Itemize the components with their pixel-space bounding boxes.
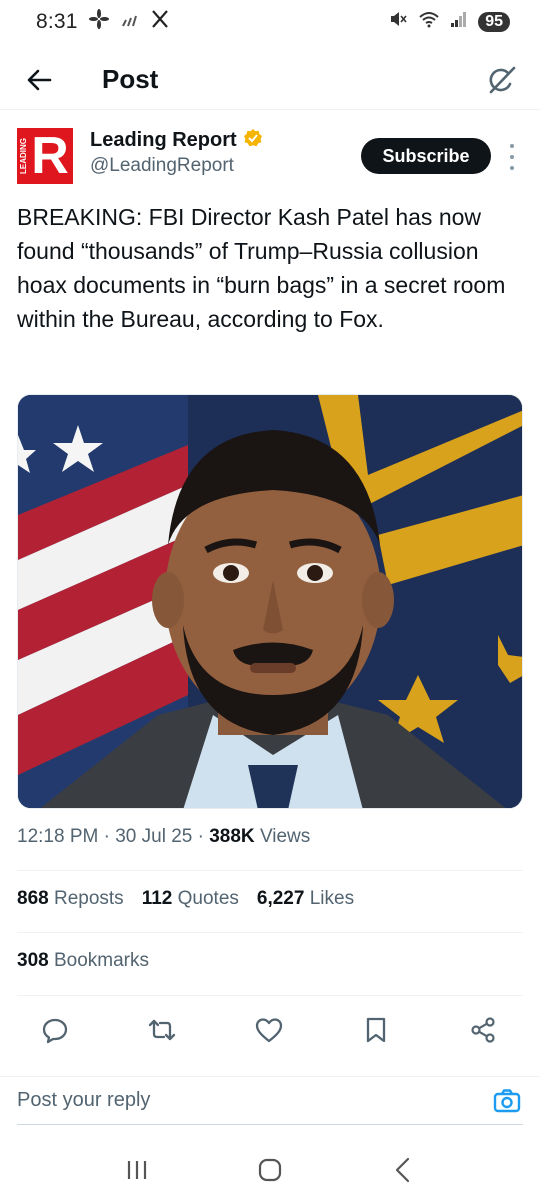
author-handle[interactable]: @LeadingReport: [90, 155, 263, 177]
reposts-count: 868: [17, 888, 49, 909]
mute-icon: [388, 9, 408, 35]
likes-count: 6,227: [256, 888, 305, 909]
author-name-row: Leading Report: [90, 128, 263, 153]
avatar-letter: R: [31, 128, 69, 184]
avatar-tag: LEADING: [19, 138, 28, 174]
quotes-count: 112: [141, 888, 173, 909]
action-bar: [17, 1008, 523, 1052]
post-meta: 12:18 PM · 30 Jul 25 · 388K Views: [17, 826, 310, 848]
cell-signal-icon: [450, 10, 468, 34]
bookmarks-count: 308: [17, 950, 49, 971]
post-time: 12:18 PM: [17, 826, 99, 847]
verified-badge-icon: [243, 128, 263, 153]
reply-bar: Post your reply: [0, 1076, 540, 1124]
fan-icon: [88, 8, 110, 36]
app-bar: Post: [0, 50, 540, 110]
reply-input[interactable]: Post your reply: [17, 1089, 150, 1112]
system-nav-bar: [0, 1140, 540, 1200]
camera-icon[interactable]: [491, 1085, 523, 1117]
author-name[interactable]: Leading Report: [90, 129, 237, 152]
bookmarks-stat[interactable]: 308 Bookmarks: [17, 950, 149, 972]
signal-bars-icon: [120, 11, 140, 34]
reposts-stat[interactable]: 868 Reposts: [17, 888, 124, 910]
reposts-label: Reposts: [53, 888, 124, 909]
x-logo-icon: [150, 9, 170, 35]
status-right: 95: [388, 9, 510, 35]
status-bar: 8:31 95: [0, 0, 540, 44]
views-count: 388K: [209, 826, 255, 847]
bookmarks-label: Bookmarks: [53, 950, 150, 971]
avatar[interactable]: LEADING R: [17, 128, 73, 184]
repost-icon[interactable]: [144, 1012, 180, 1048]
grok-icon[interactable]: [482, 60, 522, 100]
page-title: Post: [102, 64, 159, 94]
like-icon[interactable]: [251, 1012, 287, 1048]
quotes-label: Quotes: [177, 888, 239, 909]
post-header: LEADING R Leading Report @LeadingReport …: [17, 128, 523, 192]
back-arrow-icon[interactable]: [18, 58, 62, 102]
battery-icon: 95: [478, 12, 510, 32]
author-info[interactable]: Leading Report @LeadingReport: [90, 128, 263, 177]
post-date: 30 Jul 25: [115, 826, 193, 847]
recent-apps-icon[interactable]: [115, 1148, 159, 1192]
share-icon[interactable]: [465, 1012, 501, 1048]
bookmark-icon[interactable]: [358, 1012, 394, 1048]
views-label: Views: [259, 826, 311, 847]
portrait-illustration: [18, 395, 522, 808]
divider: [17, 932, 523, 933]
wifi-icon: [418, 10, 440, 34]
home-icon[interactable]: [248, 1148, 292, 1192]
divider: [17, 870, 523, 871]
back-nav-icon[interactable]: [381, 1148, 425, 1192]
quotes-stat[interactable]: 112 Quotes: [142, 888, 239, 910]
post-image[interactable]: [17, 394, 523, 809]
likes-label: Likes: [309, 888, 355, 909]
more-options-icon[interactable]: [505, 144, 519, 170]
meta-separator: ·: [197, 826, 210, 847]
likes-stat[interactable]: 6,227 Likes: [257, 888, 354, 910]
status-time: 8:31: [36, 10, 78, 33]
reply-icon[interactable]: [37, 1012, 73, 1048]
engagement-stats: 868 Reposts 112 Quotes 6,227 Likes: [17, 888, 354, 910]
reply-underline: [17, 1124, 523, 1125]
status-left: 8:31: [36, 8, 170, 36]
meta-separator: ·: [103, 826, 116, 847]
post-text: BREAKING: FBI Director Kash Patel has no…: [17, 204, 506, 332]
divider: [17, 995, 523, 996]
subscribe-button[interactable]: Subscribe: [361, 138, 491, 174]
